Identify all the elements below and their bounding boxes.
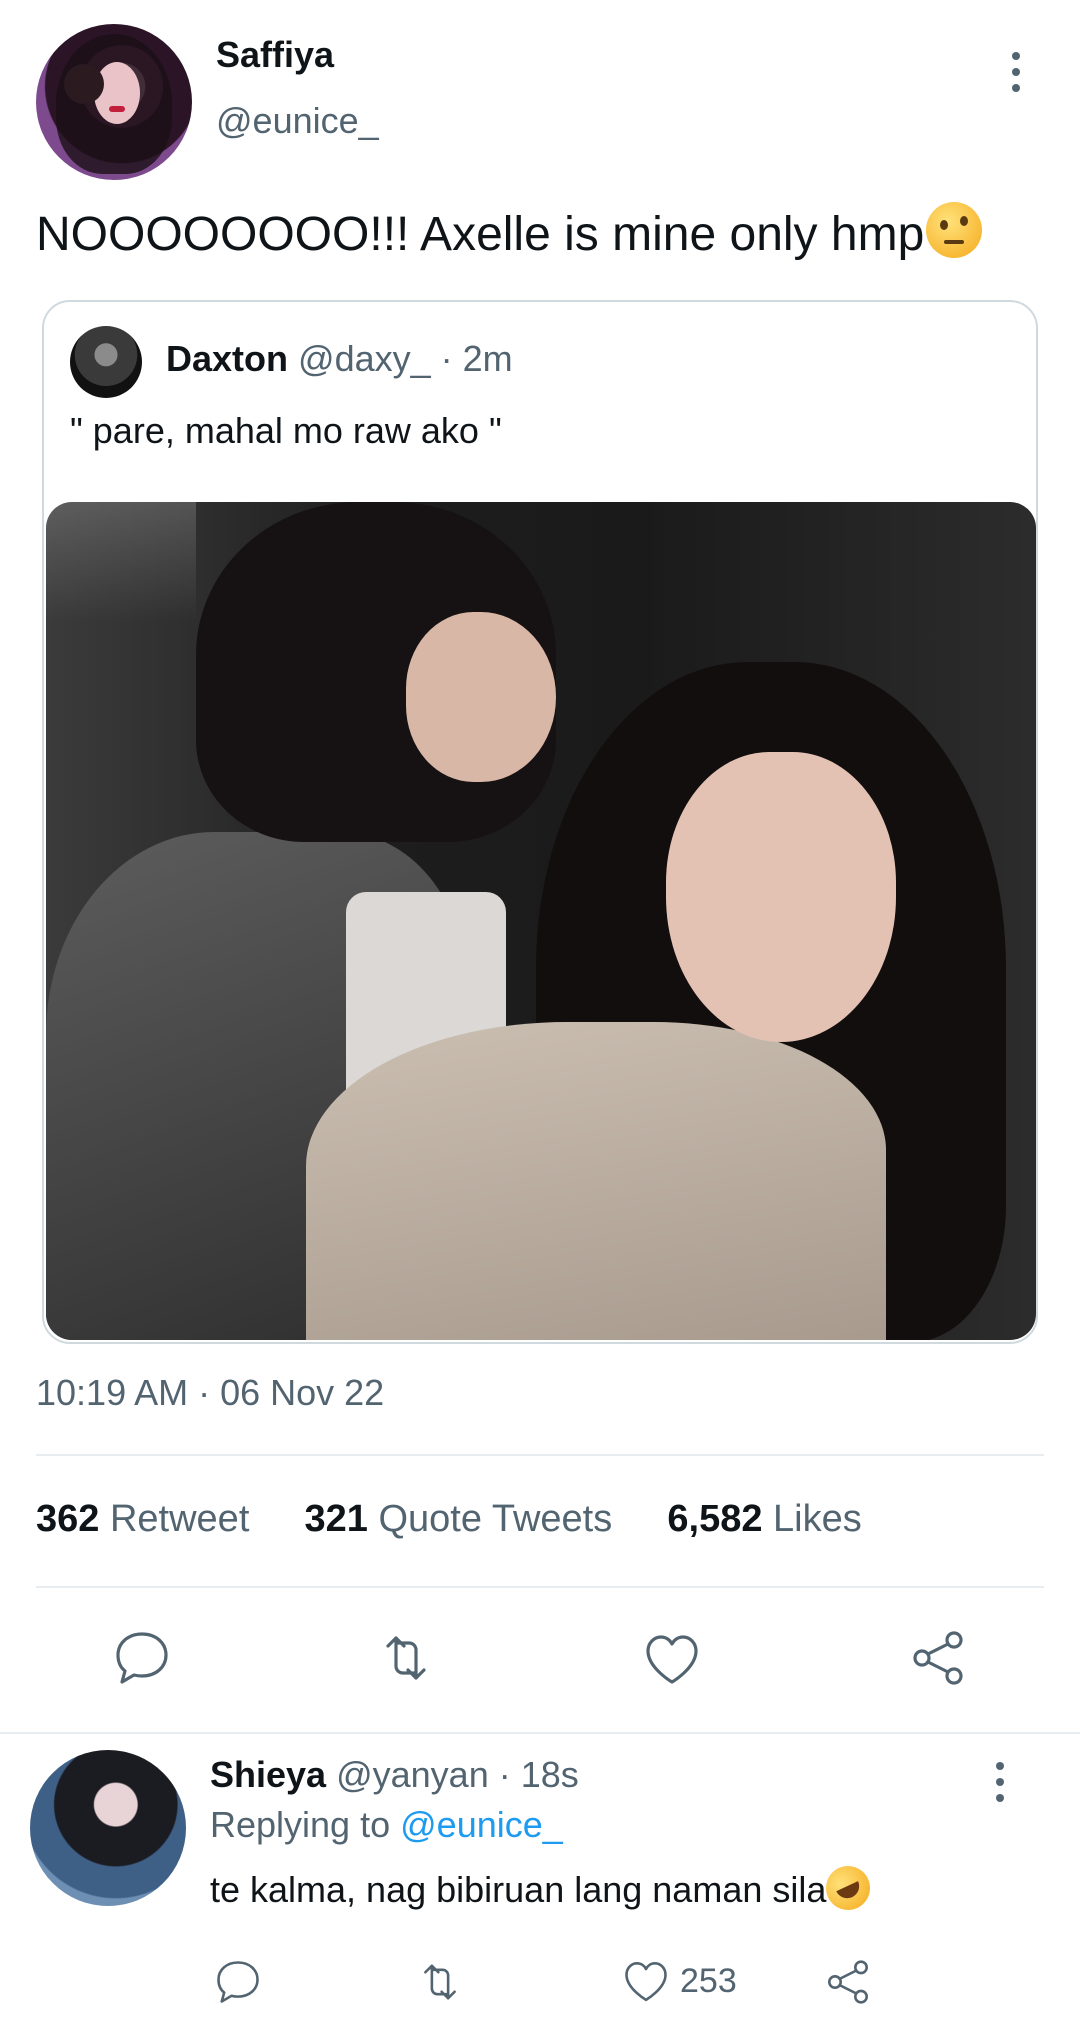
tweet-text-content: NOOOOOOOO!!! Axelle is mine only hmp <box>36 208 925 261</box>
like-count[interactable]: 6,582 <box>667 1498 762 1540</box>
like-icon[interactable] <box>640 1628 704 1692</box>
rolling-on-the-floor-laughing-emoji-icon <box>819 1858 878 1918</box>
tweet-timestamp: 10:19 AM · 06 Nov 22 <box>36 1372 385 1413</box>
reply-like-count: 253 <box>680 1962 737 2000</box>
reply-author-handle[interactable]: @yanyan <box>336 1754 489 1795</box>
reply-reply-icon[interactable] <box>212 1956 264 2008</box>
replying-to: Replying to @eunice_ <box>210 1804 563 1846</box>
reply-more-options-icon[interactable] <box>990 1762 1010 1810</box>
face-with-raised-eyebrow-emoji-icon <box>926 202 983 258</box>
quote-text: " pare, mahal mo raw ako " <box>70 410 502 451</box>
reply-like-icon[interactable] <box>620 1956 672 2008</box>
quote-label[interactable]: Quote Tweets <box>378 1498 612 1540</box>
like-label[interactable]: Likes <box>773 1498 862 1540</box>
quote-photo[interactable] <box>46 502 1036 1340</box>
reply-share-icon[interactable] <box>822 1956 874 2008</box>
tweet-text: NOOOOOOOO!!! Axelle is mine only hmp <box>36 202 983 267</box>
divider <box>36 1454 1044 1456</box>
quote-header: Daxton @daxy_ · 2m <box>166 338 513 380</box>
quote-author-handle: @daxy_ <box>298 338 431 379</box>
quote-author-avatar <box>70 326 142 398</box>
author-avatar[interactable] <box>36 24 192 180</box>
quote-count[interactable]: 321 <box>305 1498 368 1540</box>
tweet-stats: 362 Retweet 321 Quote Tweets 6,582 Likes <box>36 1498 862 1541</box>
reply-icon[interactable] <box>110 1626 174 1690</box>
reply-time: · 18s <box>498 1754 579 1795</box>
reply-header: Shieya @yanyan · 18s <box>210 1754 579 1796</box>
quote-author-name: Daxton <box>166 338 289 379</box>
reply-retweet-icon[interactable] <box>414 1956 466 2008</box>
divider <box>36 1586 1044 1588</box>
share-icon[interactable] <box>906 1626 970 1690</box>
reply-text: te kalma, nag bibiruan lang naman sila <box>210 1858 878 1918</box>
reply-text-content: te kalma, nag bibiruan lang naman sila <box>210 1869 827 1910</box>
author-display-name[interactable]: Saffiya <box>216 34 334 76</box>
retweet-label[interactable]: Retweet <box>110 1498 249 1540</box>
replying-mention-link[interactable]: @eunice_ <box>400 1804 563 1845</box>
quote-time: · 2m <box>440 338 513 379</box>
reply-author-avatar[interactable] <box>30 1750 186 1906</box>
retweet-icon[interactable] <box>374 1626 438 1690</box>
reply-author-name[interactable]: Shieya <box>210 1754 326 1795</box>
retweet-count[interactable]: 362 <box>36 1498 99 1540</box>
replying-prefix: Replying to <box>210 1804 391 1845</box>
author-handle[interactable]: @eunice_ <box>216 100 379 142</box>
section-separator <box>0 1732 1080 1734</box>
quoted-tweet-card[interactable]: Daxton @daxy_ · 2m " pare, mahal mo raw … <box>42 300 1038 1344</box>
more-options-icon[interactable] <box>1006 52 1026 100</box>
